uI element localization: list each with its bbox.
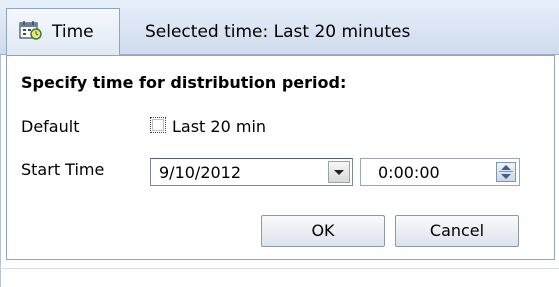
chevron-down-icon[interactable]: [328, 161, 350, 183]
start-time-value: 0:00:00: [378, 163, 440, 182]
clock-calendar-icon: [19, 21, 42, 40]
spinner-arrows-icon[interactable]: [496, 162, 516, 182]
default-label: Default: [21, 117, 80, 136]
start-date-select[interactable]: 9/10/2012: [150, 158, 353, 186]
time-toolbar: Time Selected time: Last 20 minutes: [0, 0, 559, 56]
time-button-label: Time: [52, 22, 94, 42]
spin-down-arrow-icon[interactable]: [501, 174, 511, 179]
default-checkbox[interactable]: [150, 117, 166, 133]
page-bottom-divider: [0, 268, 559, 269]
start-date-value: 9/10/2012: [159, 163, 242, 182]
cancel-button[interactable]: Cancel: [395, 215, 519, 247]
spin-up-arrow-icon[interactable]: [501, 165, 511, 170]
spinner-divider: [499, 171, 513, 172]
start-time-spinner[interactable]: 0:00:00: [360, 158, 520, 186]
start-time-label: Start Time: [21, 160, 105, 179]
ok-button[interactable]: OK: [261, 215, 385, 247]
time-button[interactable]: Time: [6, 8, 120, 56]
panel-heading: Specify time for distribution period:: [21, 73, 347, 92]
selected-time-text: Selected time: Last 20 minutes: [145, 22, 411, 42]
time-selector-screen: Time Selected time: Last 20 minutes Spec…: [0, 0, 559, 287]
default-checkbox-label[interactable]: Last 20 min: [172, 117, 266, 137]
